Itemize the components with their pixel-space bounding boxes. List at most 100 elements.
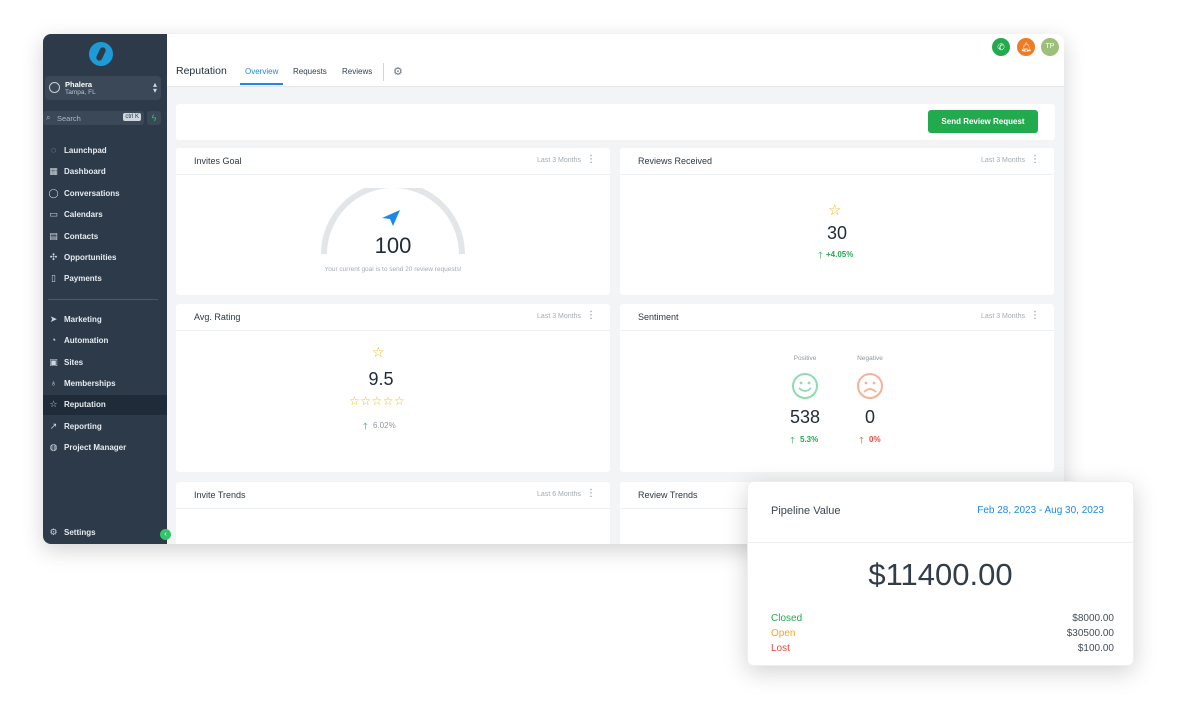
sidebar-item-label: Calendars <box>64 210 103 219</box>
sidebar-item-dashboard[interactable]: ▦ Dashboard <box>43 162 167 182</box>
sidebar-item-label: Sites <box>64 358 84 367</box>
negative-label: Negative <box>857 355 883 362</box>
sad-face-icon <box>857 373 883 399</box>
sidebar-item-payments[interactable]: ▯ Payments <box>43 269 167 289</box>
project-icon: ◍ <box>49 442 58 452</box>
sidebar-item-label: Memberships <box>64 379 116 388</box>
search-input[interactable]: ⌕ Search ctrl K <box>43 111 144 125</box>
send-review-request-button[interactable]: Send Review Request <box>928 110 1038 133</box>
sidebar-item-calendars[interactable]: ▭ Calendars <box>43 205 167 225</box>
period-selector[interactable]: Last 3 Months <box>981 157 1025 164</box>
send-icon: ➤ <box>49 314 58 324</box>
sidebar-item-reporting[interactable]: ↗ Reporting <box>43 417 167 437</box>
card-title: Sentiment <box>638 312 679 322</box>
paper-plane-icon <box>382 210 400 226</box>
period-selector[interactable]: Last 3 Months <box>537 157 581 164</box>
pipeline-title: Pipeline Value <box>771 505 841 517</box>
more-menu-icon[interactable]: ⋮ <box>1030 154 1040 165</box>
more-menu-icon[interactable]: ⋮ <box>586 154 596 165</box>
search-icon: ⌕ <box>46 113 51 122</box>
account-switcher[interactable]: Phalera Tampa, FL ▴ ▾ <box>45 76 161 100</box>
opportunities-icon: ✣ <box>49 252 58 262</box>
goal-caption: Your current goal is to send 20 review r… <box>324 266 462 273</box>
open-value: $30500.00 <box>1066 628 1114 639</box>
sidebar-item-settings[interactable]: ⚙ Settings <box>43 523 167 543</box>
pipeline-date-range[interactable]: Feb 28, 2023 - Aug 30, 2023 <box>977 505 1104 516</box>
five-star-rating-icon: ☆☆☆☆☆ <box>349 394 406 408</box>
sidebar-item-opportunities[interactable]: ✣ Opportunities <box>43 248 167 268</box>
tab-reviews[interactable]: Reviews <box>342 67 372 76</box>
sidebar-item-reputation[interactable]: ☆ Reputation <box>43 395 167 415</box>
pipeline-divider <box>748 542 1133 543</box>
top-bar: Reputation Overview Requests Reviews ⚙ ✆… <box>167 34 1064 87</box>
sidebar-item-sites[interactable]: ▣ Sites <box>43 353 167 373</box>
calendar-icon: ▭ <box>49 209 58 219</box>
positive-value: 538 <box>789 407 821 427</box>
account-location: Tampa, FL <box>65 89 96 96</box>
up-arrow-icon: 🡑︎ <box>363 421 368 431</box>
trend-icon: ↗ <box>49 421 58 431</box>
sidebar-item-project-manager[interactable]: ◍ Project Manager <box>43 438 167 458</box>
account-name: Phalera <box>65 80 93 89</box>
sidebar-item-memberships[interactable]: ♁ Memberships <box>43 374 167 394</box>
sidebar-item-conversations[interactable]: ◯ Conversations <box>43 184 167 204</box>
card-title: Review Trends <box>638 490 698 500</box>
more-menu-icon[interactable]: ⋮ <box>586 310 596 321</box>
period-selector[interactable]: Last 6 Months <box>537 491 581 498</box>
sidebar-item-label: Project Manager <box>64 443 127 452</box>
user-avatar[interactable]: TP <box>1041 38 1059 56</box>
page-title: Reputation <box>176 65 227 77</box>
sidebar-item-label: Opportunities <box>64 253 117 262</box>
avg-rating-card: Avg. Rating Last 3 Months ⋮ ☆ 9.5 ☆☆☆☆☆ … <box>176 304 610 472</box>
payments-icon: ▯ <box>51 273 56 283</box>
invites-goal-card: Invites Goal Last 3 Months ⋮ 100 Your cu… <box>176 148 610 295</box>
rating-stars-icon: ☆ <box>372 344 385 360</box>
card-divider <box>176 174 610 175</box>
sidebar-item-label: Launchpad <box>64 146 107 155</box>
app-window: Phalera Tampa, FL ▴ ▾ ⌕ Search ctrl K ϟ ◌… <box>43 34 1064 544</box>
card-title: Reviews Received <box>638 156 713 166</box>
sidebar-item-launchpad[interactable]: ◌ Launchpad <box>43 141 167 161</box>
card-divider <box>176 508 610 509</box>
more-menu-icon[interactable]: ⋮ <box>1030 310 1040 321</box>
location-icon <box>49 82 60 93</box>
phone-icon[interactable]: ✆ <box>992 38 1010 56</box>
action-bar: Send Review Request <box>176 104 1055 140</box>
card-title: Invites Goal <box>194 156 242 166</box>
automation-icon: ◔ <box>50 335 57 345</box>
bell-icon[interactable]: 🔔︎ <box>1017 38 1035 56</box>
period-selector[interactable]: Last 3 Months <box>537 313 581 320</box>
settings-gear-icon[interactable]: ⚙ <box>393 65 403 78</box>
sidebar-divider <box>48 299 158 300</box>
card-divider <box>620 174 1054 175</box>
sidebar-item-contacts[interactable]: ▤ Contacts <box>43 227 167 247</box>
card-divider <box>176 330 610 331</box>
tab-overview[interactable]: Overview <box>245 67 278 76</box>
sites-icon: ▣ <box>49 357 58 367</box>
sidebar-item-marketing[interactable]: ➤ Marketing <box>43 310 167 330</box>
collapse-sidebar-button[interactable]: ‹ <box>160 529 171 540</box>
lost-value: $100.00 <box>1077 643 1114 654</box>
search-placeholder: Search <box>57 114 81 123</box>
period-selector[interactable]: Last 3 Months <box>981 313 1025 320</box>
app-logo[interactable] <box>89 42 113 66</box>
rating-change: 6.02% <box>373 421 396 430</box>
card-divider <box>620 330 1054 331</box>
sidebar-item-label: Payments <box>64 274 102 283</box>
star-list-icon: ☆ <box>828 202 842 219</box>
negative-change: 0% <box>869 435 881 444</box>
quick-action-bolt-icon[interactable]: ϟ <box>147 111 161 125</box>
sidebar-item-label: Reporting <box>64 422 102 431</box>
more-menu-icon[interactable]: ⋮ <box>586 488 596 499</box>
card-title: Avg. Rating <box>194 312 241 322</box>
up-arrow-icon: 🡑︎ <box>818 250 823 260</box>
closed-label: Closed <box>771 613 803 624</box>
sidebar-item-automation[interactable]: ◔ Automation <box>43 331 167 351</box>
sidebar-item-label: Marketing <box>64 315 102 324</box>
tab-requests[interactable]: Requests <box>293 67 327 76</box>
sidebar-item-label: Contacts <box>64 232 99 241</box>
negative-value: 0 <box>864 407 875 427</box>
positive-change: 5.3% <box>800 435 819 444</box>
positive-label: Positive <box>793 355 817 362</box>
invite-trends-card: Invite Trends Last 6 Months ⋮ <box>176 482 610 544</box>
